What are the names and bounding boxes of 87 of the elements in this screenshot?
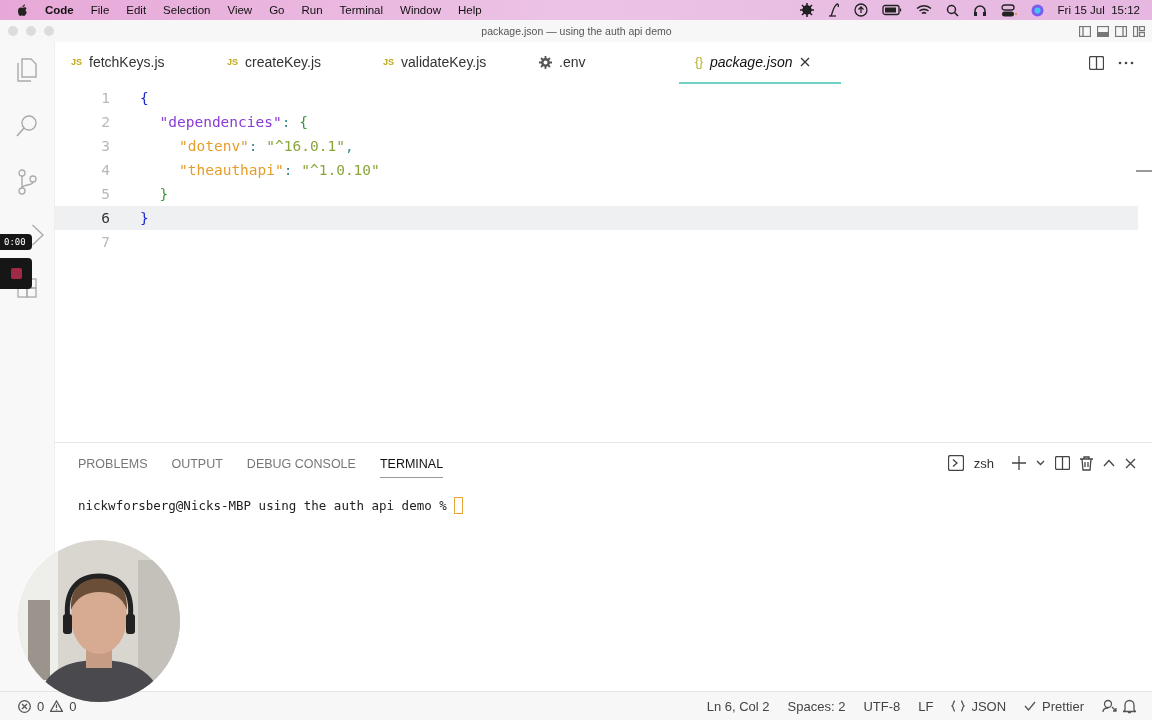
editor-tab[interactable]: {} package.json: [679, 42, 841, 84]
braces-icon[interactable]: [951, 700, 966, 712]
panel-tab[interactable]: DEBUG CONSOLE: [246, 448, 356, 478]
wifi-icon[interactable]: [915, 4, 932, 16]
line-number: 3: [100, 138, 111, 154]
layout-icon[interactable]: [1133, 25, 1145, 37]
file-type-icon: JS: [71, 57, 82, 67]
panel-toggle-icon[interactable]: [1097, 25, 1109, 37]
menu-item[interactable]: File: [90, 4, 110, 16]
file-type-icon: JS: [227, 57, 238, 67]
editor-tab[interactable]: JS createKey.js: [211, 42, 367, 84]
line-number: 6: [100, 210, 111, 226]
file-type-icon: {}: [695, 55, 703, 69]
battery-icon[interactable]: [881, 4, 902, 16]
gear-icon[interactable]: [539, 55, 552, 69]
menu-item[interactable]: Selection: [163, 4, 211, 16]
control-center-icon[interactable]: [1000, 3, 1017, 17]
line-number: 4: [100, 162, 111, 178]
script-icon[interactable]: [827, 3, 840, 17]
secondary-sidebar-icon[interactable]: [1115, 25, 1127, 37]
code-line: "dotenv": "^16.0.1",: [178, 138, 354, 154]
panel-tab[interactable]: PROBLEMS: [78, 448, 148, 478]
close-icon[interactable]: [799, 57, 810, 67]
split-editor-icon[interactable]: [1089, 56, 1104, 70]
siri-icon[interactable]: [1030, 3, 1044, 17]
editor-tab[interactable]: .env: [523, 42, 679, 84]
menu-item[interactable]: View: [227, 4, 253, 16]
editor-tab[interactable]: JS fetchKeys.js: [55, 42, 211, 84]
warning-count[interactable]: 0: [69, 698, 77, 714]
sidebar-toggle-icon[interactable]: [1079, 25, 1091, 37]
line-number: 1: [100, 90, 111, 106]
plus-icon[interactable]: [1012, 456, 1026, 470]
tab-label: createKey.js: [245, 54, 321, 70]
recording-timer: 0:00: [0, 234, 32, 250]
line-ending[interactable]: LF: [918, 698, 934, 714]
clock: Fri 15 Jul 15:12: [1057, 4, 1140, 16]
app-menu[interactable]: Code: [45, 4, 74, 16]
menu-item[interactable]: Go: [269, 4, 285, 16]
code-line: }: [140, 210, 149, 226]
shell-name: zsh: [973, 455, 994, 471]
encoding[interactable]: UTF-8: [863, 698, 901, 714]
language-mode[interactable]: JSON: [971, 698, 1007, 714]
split-terminal-icon[interactable]: [1055, 456, 1070, 470]
feedback-icon[interactable]: [1102, 699, 1117, 713]
terminal-icon[interactable]: [947, 455, 964, 471]
terminal-cursor: [454, 497, 464, 514]
scroll-marker: [1136, 170, 1152, 172]
error-count[interactable]: 0: [37, 698, 45, 714]
editor-tab[interactable]: JS validateKey.js: [367, 42, 523, 84]
warning-icon[interactable]: [50, 700, 64, 712]
file-type-icon: JS: [383, 57, 394, 67]
gear-icon[interactable]: [799, 3, 814, 17]
error-icon[interactable]: [18, 699, 31, 713]
line-number: 7: [100, 234, 111, 250]
tab-label: fetchKeys.js: [89, 54, 165, 70]
chevron-up-icon[interactable]: [1103, 459, 1115, 467]
check-icon[interactable]: [1024, 701, 1037, 711]
menu-item[interactable]: Terminal: [339, 4, 384, 16]
tab-label: package.json: [710, 54, 793, 70]
upload-icon[interactable]: [853, 3, 868, 17]
code-line: {: [140, 90, 149, 106]
cursor-position[interactable]: Ln 6, Col 2: [706, 698, 770, 714]
tab-label: .env: [559, 54, 586, 70]
menu-item[interactable]: Help: [457, 4, 482, 16]
close-icon[interactable]: [1125, 457, 1136, 469]
line-number: 5: [100, 186, 111, 202]
chevron-down-icon[interactable]: [1036, 460, 1045, 466]
apple-icon[interactable]: [16, 3, 28, 17]
search-icon[interactable]: [945, 3, 959, 17]
formatter[interactable]: Prettier: [1042, 698, 1084, 714]
code-line: "dependencies": {: [158, 114, 308, 130]
headphones-icon[interactable]: [972, 3, 987, 17]
panel-tab[interactable]: OUTPUT: [171, 448, 223, 478]
more-icon[interactable]: [1118, 61, 1134, 65]
line-number: 2: [100, 114, 111, 130]
terminal-prompt: nickwforsberg@Nicks-MBP using the auth api demo %: [78, 498, 448, 513]
bell-icon[interactable]: [1123, 698, 1136, 714]
indentation[interactable]: Spaces: 2: [787, 698, 846, 714]
code-line: "theauthapi": "^1.0.10": [178, 162, 380, 178]
code-line: }: [158, 186, 169, 202]
menu-item[interactable]: Run: [301, 4, 323, 16]
panel-tab[interactable]: TERMINAL: [379, 448, 444, 478]
menu-item[interactable]: Window: [400, 4, 441, 16]
window-title: package.json — using the auth api demo: [480, 25, 673, 37]
menu-item[interactable]: Edit: [126, 4, 147, 16]
tab-label: validateKey.js: [401, 54, 487, 70]
trash-icon[interactable]: [1080, 455, 1093, 471]
